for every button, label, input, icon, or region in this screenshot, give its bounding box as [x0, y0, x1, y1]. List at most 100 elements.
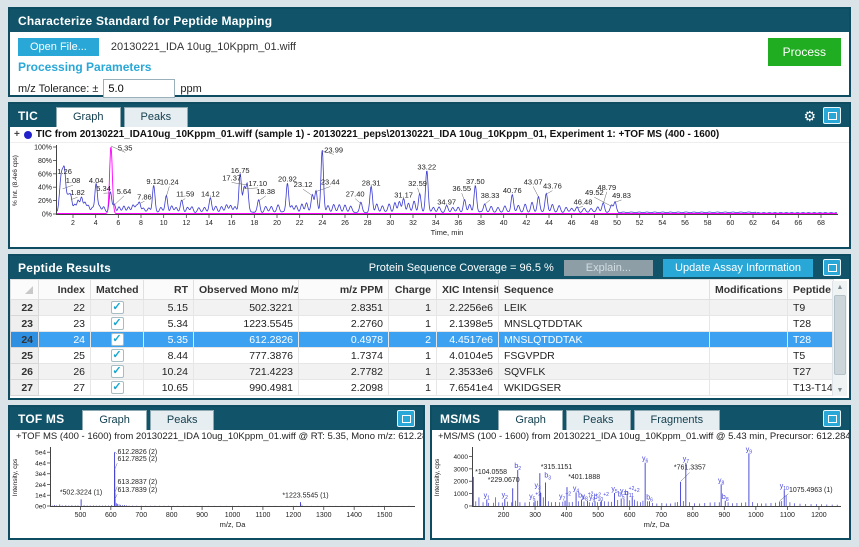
table-cell: 24: [38, 331, 91, 348]
table-cell: 5.35: [143, 331, 194, 348]
svg-text:2: 2: [71, 220, 75, 227]
matched-checkbox[interactable]: ✓: [90, 379, 144, 396]
mz-tolerance-input[interactable]: [103, 79, 176, 98]
table-cell: [709, 315, 788, 332]
tab-graph[interactable]: Graph: [498, 410, 563, 430]
expand-icon[interactable]: [823, 107, 841, 124]
file-name: 20130221_IDA 10ug_10Kppm_01.wiff: [110, 41, 296, 53]
table-cell: 721.4223: [193, 363, 299, 380]
results-panel-header: Peptide Results Protein Sequence Coverag…: [10, 256, 849, 279]
table-row[interactable]: 27 27 ✓ 10.65 990.4981 2.2098 1 7.6541e4 WKIDGSE…: [10, 379, 834, 396]
svg-text:56: 56: [681, 220, 689, 227]
expand-icon[interactable]: [823, 259, 841, 276]
tab-peaks[interactable]: Peaks: [149, 410, 215, 430]
svg-text:600: 600: [105, 512, 117, 519]
table-row[interactable]: 26 26 ✓ 10.24 721.4223 2.7782 1 2.3533e6 SQVFLK T…: [10, 363, 834, 380]
table-cell: 2.3533e6: [436, 363, 499, 380]
svg-text:46.48: 46.48: [574, 198, 593, 207]
svg-text:% Int. (8.4e6 cps): % Int. (8.4e6 cps): [12, 155, 19, 206]
table-cell: 27: [38, 379, 91, 396]
svg-text:b8: b8: [722, 494, 729, 503]
tofms-panel: TOF MS Graph Peaks +TOF MS (400 - 1600) f…: [8, 405, 425, 540]
update-assay-button[interactable]: Update Assay Information: [663, 258, 813, 277]
matched-checkbox[interactable]: ✓: [90, 331, 144, 348]
svg-text:y7+2: y7+2: [559, 492, 571, 503]
tab-peaks[interactable]: Peaks: [565, 410, 631, 430]
svg-text:100%: 100%: [34, 145, 52, 152]
table-row[interactable]: 23 23 ✓ 5.34 1223.5545 2.2760 1 2.1398e5 MNSLQTD…: [10, 315, 834, 332]
msms-panel-title: MS/MS: [440, 411, 481, 426]
svg-text:66: 66: [794, 220, 802, 227]
svg-text:50: 50: [613, 220, 621, 227]
msms-tabs: Graph Peaks Fragments: [498, 410, 723, 430]
matched-checkbox[interactable]: ✓: [90, 315, 144, 332]
process-button[interactable]: Process: [767, 38, 841, 66]
results-panel-title: Peptide Results: [18, 260, 112, 275]
msms-panel-header: MS/MS Graph Peaks Fragments: [432, 407, 849, 430]
expand-icon[interactable]: [397, 410, 415, 427]
column-header-m-z-ppm[interactable]: m/z PPM: [298, 279, 389, 300]
table-cell: 2.2760: [298, 315, 389, 332]
column-header-rt[interactable]: RT: [143, 279, 194, 300]
explain-button[interactable]: Explain...: [563, 259, 654, 276]
svg-text:23.12: 23.12: [294, 180, 313, 189]
table-cell: 10.65: [143, 379, 194, 396]
column-header-xic-intensity[interactable]: XIC Intensity: [436, 279, 499, 300]
svg-text:18.38: 18.38: [256, 187, 275, 196]
tab-graph[interactable]: Graph: [55, 107, 121, 127]
svg-text:800: 800: [166, 512, 178, 519]
svg-text:1100: 1100: [780, 512, 795, 519]
tab-peaks[interactable]: Peaks: [123, 107, 189, 127]
gear-icon[interactable]: ⚙: [803, 109, 816, 123]
svg-text:54: 54: [658, 220, 666, 227]
table-cell: 2.2098: [298, 379, 389, 396]
svg-text:9.12: 9.12: [146, 177, 161, 186]
column-header-sequence[interactable]: Sequence: [498, 279, 710, 300]
processing-parameters-title: Processing Parameters: [18, 60, 152, 74]
table-scrollbar[interactable]: ▲ ▼: [832, 281, 847, 396]
tic-chart[interactable]: 2 4 6 8 10 12 14 16 18 20 22 24 26 28 30 32 34 36 38 40 42 44…: [10, 143, 845, 245]
svg-text:20%: 20%: [38, 198, 52, 205]
matched-checkbox[interactable]: ✓: [90, 299, 144, 316]
table-cell: [709, 363, 788, 380]
table-cell: 1: [388, 363, 437, 380]
tofms-subtitle: +TOF MS (400 - 1600) from 20130221_IDA 1…: [16, 431, 423, 442]
svg-text:26: 26: [341, 220, 349, 227]
tab-fragments[interactable]: Fragments: [633, 410, 721, 430]
select-all-corner[interactable]: [10, 279, 39, 300]
svg-text:5.64: 5.64: [117, 187, 132, 196]
tab-graph[interactable]: Graph: [82, 410, 147, 430]
svg-text:18: 18: [250, 220, 258, 227]
column-header-modifications[interactable]: Modifications: [709, 279, 788, 300]
column-header-observed-mono-m-z[interactable]: Observed Mono m/z: [193, 279, 299, 300]
table-row[interactable]: 22 22 ✓ 5.15 502.3221 2.8351 1 2.2256e6 LEIK T9: [10, 299, 834, 316]
expand-trace-toggle[interactable]: +: [14, 129, 20, 140]
svg-text:1100: 1100: [255, 512, 270, 519]
column-header-peptide[interactable]: Peptide: [787, 279, 834, 300]
svg-text:40: 40: [500, 220, 508, 227]
column-header-matched[interactable]: Matched: [90, 279, 144, 300]
table-row[interactable]: 25 25 ✓ 8.44 777.3876 1.7374 1 4.0104e5 FSGVPDR T…: [10, 347, 834, 364]
svg-text:5e4: 5e4: [35, 450, 46, 457]
svg-text:*502.3224 (1): *502.3224 (1): [60, 489, 102, 496]
column-header-charge[interactable]: Charge: [388, 279, 437, 300]
tic-tabs: Graph Peaks: [55, 107, 191, 127]
table-cell: 2.8351: [298, 299, 389, 316]
scroll-down-icon[interactable]: ▼: [837, 384, 844, 396]
matched-checkbox[interactable]: ✓: [90, 347, 144, 364]
table-row[interactable]: 24 24 ✓ 5.35 612.2826 0.4978 2 4.4517e6 MNSLQTDD…: [10, 331, 834, 348]
scroll-up-icon[interactable]: ▲: [837, 281, 844, 293]
table-cell: SQVFLK: [498, 363, 710, 380]
table-cell: 5.15: [143, 299, 194, 316]
expand-icon[interactable]: [823, 410, 841, 427]
open-file-button[interactable]: Open File...: [18, 38, 99, 56]
matched-checkbox[interactable]: ✓: [90, 363, 144, 380]
tofms-panel-title: TOF MS: [18, 411, 65, 426]
column-header-index[interactable]: Index: [38, 279, 91, 300]
scrollbar-thumb[interactable]: [834, 295, 846, 375]
msms-chart[interactable]: 200 300 400 500 600 700 800 900 1000 1100 1200 0 100…: [432, 444, 847, 538]
tofms-chart[interactable]: 500 600 700 800 900 1000 1100 1200 1300 1400 1500 0…: [10, 444, 421, 538]
svg-text:*1223.5545 (1): *1223.5545 (1): [282, 492, 328, 499]
svg-text:28: 28: [364, 220, 372, 227]
table-cell: T13-T14: [787, 379, 834, 396]
